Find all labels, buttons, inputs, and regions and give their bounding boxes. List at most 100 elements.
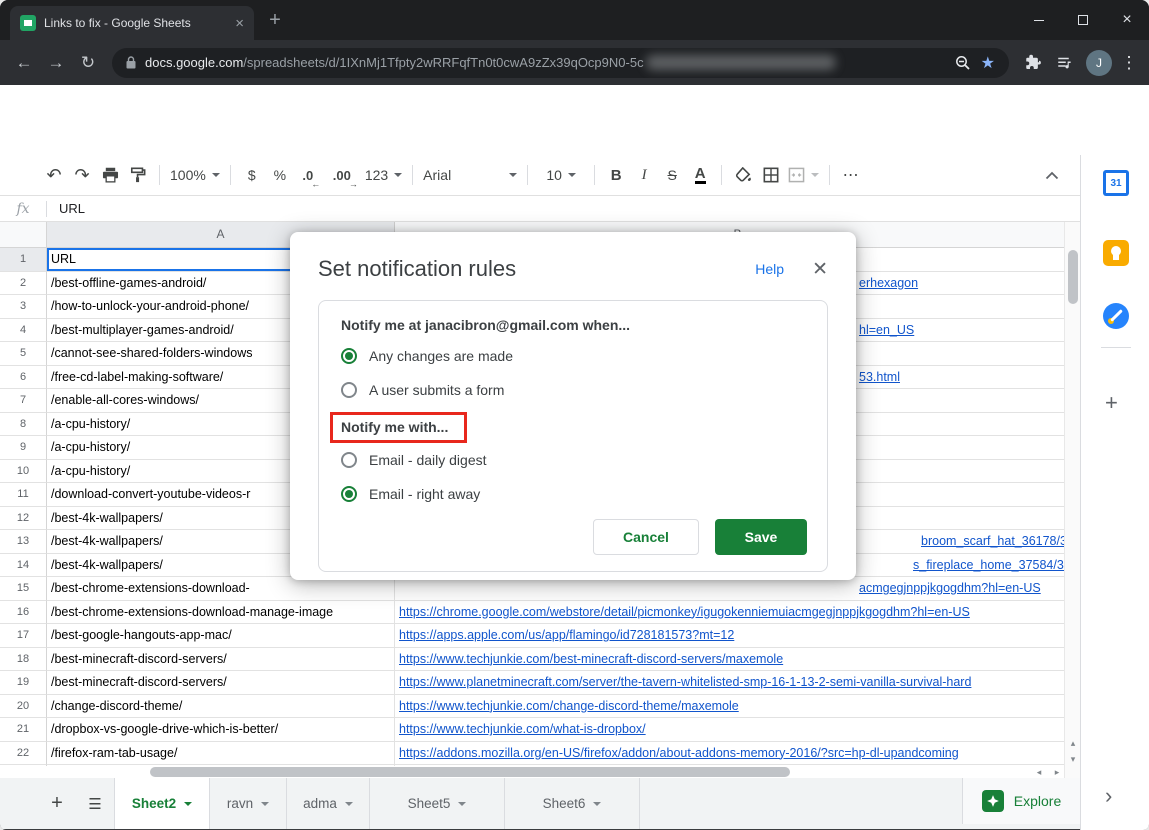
scroll-down-icon[interactable]: ▾ (1065, 754, 1081, 765)
window-minimize-button[interactable] (1017, 0, 1061, 40)
back-button[interactable]: ← (8, 47, 40, 79)
cell-b15[interactable]: acmgegjnppjkgogdhm?hl=en-US (395, 577, 1080, 601)
cell-b16[interactable]: https://chrome.google.com/webstore/detai… (395, 601, 1080, 625)
notify-when-option[interactable]: Any changes are made (341, 345, 807, 367)
notify-when-option[interactable]: A user submits a form (341, 379, 807, 401)
decrease-decimal-button[interactable]: .0← (294, 160, 322, 190)
explore-button[interactable]: Explore (962, 778, 1080, 824)
row-header-1[interactable]: 1 (0, 248, 47, 272)
cell-b22[interactable]: https://addons.mozilla.org/en-US/firefox… (395, 742, 1080, 766)
cell-b19[interactable]: https://www.planetminecraft.com/server/t… (395, 671, 1080, 695)
row-header-4[interactable]: 4 (0, 319, 47, 343)
sheet-tab-sheet2[interactable]: Sheet2 (114, 778, 210, 829)
browser-profile-avatar[interactable]: J (1086, 50, 1112, 76)
row-header-18[interactable]: 18 (0, 648, 47, 672)
redo-button[interactable]: ↷ (68, 160, 96, 190)
browser-menu-icon[interactable]: ⋮ (1117, 53, 1141, 73)
media-controls-icon[interactable] (1049, 47, 1081, 79)
expand-side-panel-icon[interactable]: › (1105, 783, 1112, 809)
cell-link[interactable]: 53.html (859, 366, 900, 388)
vertical-scroll-thumb[interactable] (1068, 250, 1078, 304)
cell-b21[interactable]: https://www.techjunkie.com/what-is-dropb… (395, 718, 1080, 742)
cell-a19[interactable]: /best-minecraft-discord-servers/ (47, 671, 395, 695)
all-sheets-button[interactable]: ☰ (76, 778, 114, 829)
format-currency-button[interactable]: $ (238, 160, 266, 190)
row-header-11[interactable]: 11 (0, 483, 47, 507)
fill-color-button[interactable] (729, 160, 757, 190)
cell-link[interactable]: https://www.techjunkie.com/change-discor… (399, 695, 739, 717)
select-all-corner[interactable] (0, 222, 47, 248)
sheet-tab-sheet5[interactable]: Sheet5 (370, 778, 505, 829)
page-zoom-icon[interactable] (955, 55, 971, 71)
collapse-toolbar-icon[interactable] (1038, 160, 1066, 190)
font-select[interactable]: Arial (420, 160, 520, 190)
sheet-tab-sheet6[interactable]: Sheet6 (505, 778, 640, 829)
radio-unselected-icon[interactable] (341, 452, 357, 468)
reload-button[interactable]: ↻ (72, 47, 104, 79)
print-button[interactable] (96, 160, 124, 190)
cell-a22[interactable]: /firefox-ram-tab-usage/ (47, 742, 395, 766)
merge-cells-button[interactable] (785, 160, 822, 190)
undo-button[interactable]: ↶ (40, 160, 68, 190)
row-header-16[interactable]: 16 (0, 601, 47, 625)
tab-close-icon[interactable]: × (235, 15, 244, 32)
cell-a18[interactable]: /best-minecraft-discord-servers/ (47, 648, 395, 672)
radio-selected-icon[interactable] (341, 486, 357, 502)
row-header-9[interactable]: 9 (0, 436, 47, 460)
sheet-tab-menu-icon[interactable] (458, 802, 466, 806)
row-header-22[interactable]: 22 (0, 742, 47, 766)
row-header-19[interactable]: 19 (0, 671, 47, 695)
calendar-icon[interactable]: 31 (1103, 170, 1129, 196)
notify-with-option[interactable]: Email - daily digest (341, 449, 807, 471)
row-header-3[interactable]: 3 (0, 295, 47, 319)
cell-a15[interactable]: /best-chrome-extensions-download- (47, 577, 395, 601)
row-header-6[interactable]: 6 (0, 366, 47, 390)
bold-button[interactable]: B (602, 160, 630, 190)
more-toolbar-button[interactable]: ⋯ (837, 160, 865, 190)
help-link[interactable]: Help (755, 261, 784, 277)
cancel-button[interactable]: Cancel (593, 519, 699, 555)
dialog-close-icon[interactable]: ✕ (812, 258, 828, 281)
cell-link[interactable]: erhexagon (859, 272, 918, 294)
cell-link[interactable]: https://www.planetminecraft.com/server/t… (399, 671, 971, 693)
row-header-20[interactable]: 20 (0, 695, 47, 719)
more-formats-button[interactable]: 123 (362, 160, 405, 190)
cell-b20[interactable]: https://www.techjunkie.com/change-discor… (395, 695, 1080, 719)
cell-link[interactable]: https://addons.mozilla.org/en-US/firefox… (399, 742, 959, 764)
window-close-button[interactable]: × (1105, 0, 1149, 40)
sheet-tab-menu-icon[interactable] (184, 802, 192, 806)
save-button[interactable]: Save (715, 519, 807, 555)
cell-link[interactable]: https://chrome.google.com/webstore/detai… (399, 601, 970, 623)
cell-a17[interactable]: /best-google-hangouts-app-mac/ (47, 624, 395, 648)
cell-link[interactable]: hl=en_US (859, 319, 914, 341)
font-size-select[interactable]: 10 (535, 160, 587, 190)
row-header-10[interactable]: 10 (0, 460, 47, 484)
format-percent-button[interactable]: % (266, 160, 294, 190)
sheet-tab-menu-icon[interactable] (261, 802, 269, 806)
scroll-right-icon[interactable]: ▸ (1050, 766, 1064, 778)
cell-a16[interactable]: /best-chrome-extensions-download-manage-… (47, 601, 395, 625)
get-addons-icon[interactable]: + (1105, 390, 1118, 416)
forward-button[interactable]: → (40, 47, 72, 79)
cell-a20[interactable]: /change-discord-theme/ (47, 695, 395, 719)
row-header-14[interactable]: 14 (0, 554, 47, 578)
italic-button[interactable]: I (630, 160, 658, 190)
sheet-tab-menu-icon[interactable] (345, 802, 353, 806)
row-header-7[interactable]: 7 (0, 389, 47, 413)
row-header-17[interactable]: 17 (0, 624, 47, 648)
notify-with-option[interactable]: Email - right away (341, 483, 807, 505)
cell-link[interactable]: https://apps.apple.com/us/app/flamingo/i… (399, 624, 734, 646)
zoom-select[interactable]: 100% (167, 160, 223, 190)
cell-b18[interactable]: https://www.techjunkie.com/best-minecraf… (395, 648, 1080, 672)
radio-unselected-icon[interactable] (341, 382, 357, 398)
row-header-12[interactable]: 12 (0, 507, 47, 531)
sheet-tab-ravn[interactable]: ravn (210, 778, 287, 829)
row-header-2[interactable]: 2 (0, 272, 47, 296)
row-header-13[interactable]: 13 (0, 530, 47, 554)
cell-link[interactable]: https://www.techjunkie.com/best-minecraf… (399, 648, 783, 670)
formula-bar[interactable]: fx URL (0, 196, 1080, 222)
strikethrough-button[interactable]: S (658, 160, 686, 190)
sheet-tab-menu-icon[interactable] (593, 802, 601, 806)
cell-link[interactable]: https://www.techjunkie.com/what-is-dropb… (399, 718, 646, 740)
address-bar[interactable]: docs.google.com/spreadsheets/d/1IXnMj1Tf… (112, 48, 1009, 78)
